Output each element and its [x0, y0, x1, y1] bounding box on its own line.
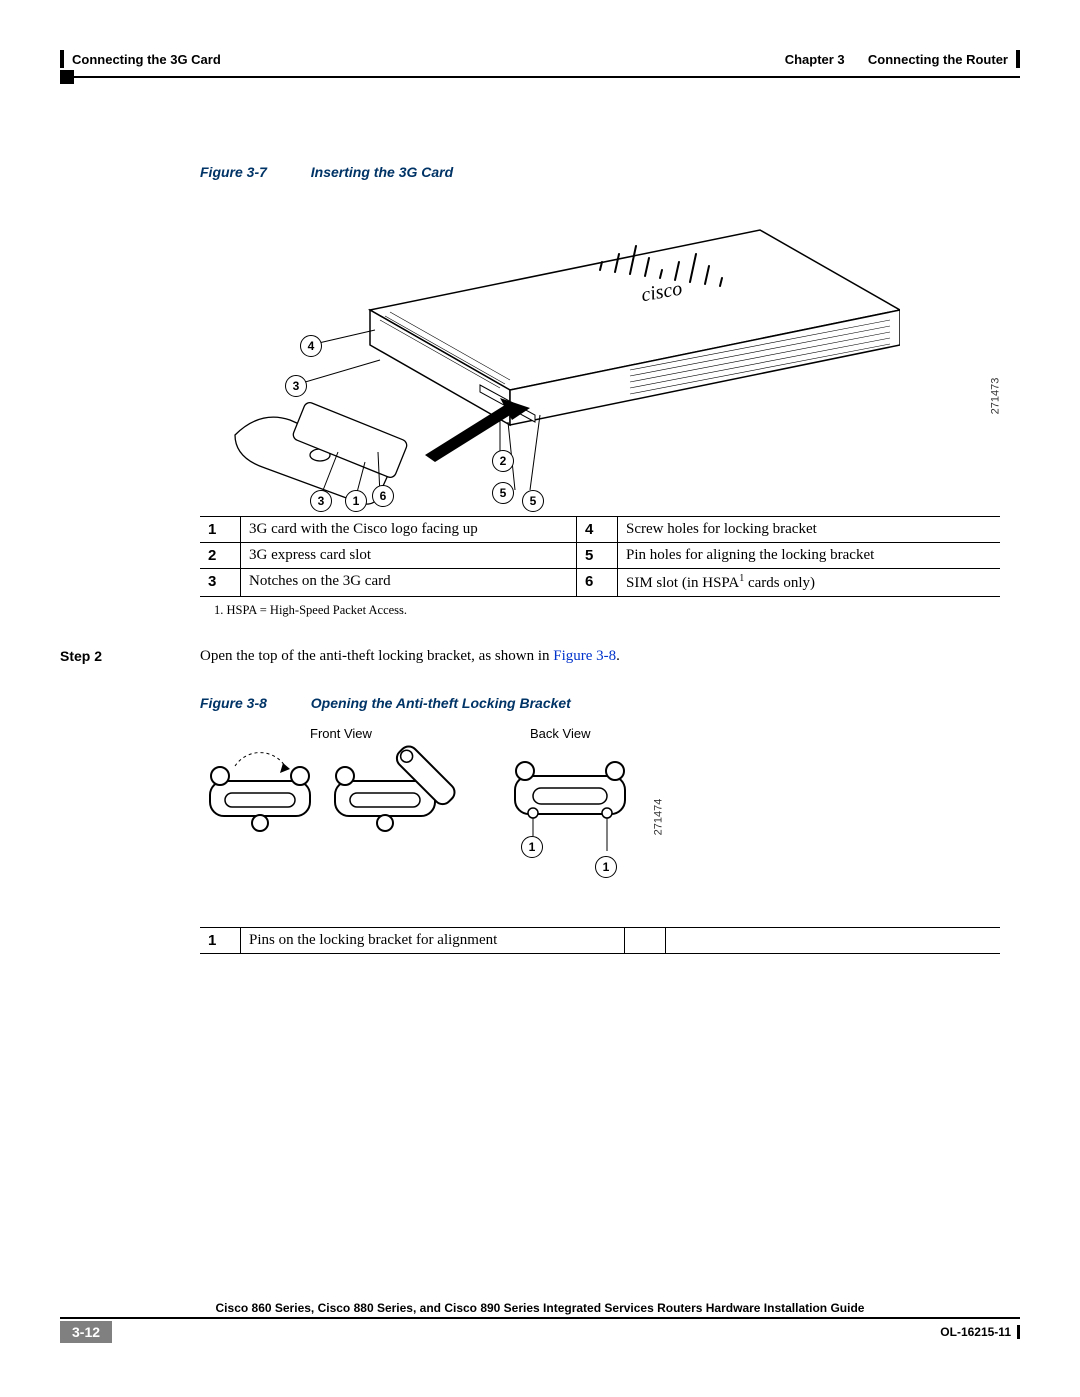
callout-1b: 1 — [595, 856, 617, 878]
chapter-title: Connecting the Router — [868, 52, 1008, 67]
header-rule-right — [1016, 50, 1020, 68]
figure-3-8-diagram: Front View Back View — [200, 721, 1000, 921]
figure-number: Figure 3-7 — [200, 164, 267, 180]
figure-title: Inserting the 3G Card — [311, 164, 453, 180]
step-label: Step 2 — [60, 648, 200, 665]
bracket-front-open-icon — [325, 721, 485, 851]
page-header: Connecting the 3G Card Chapter 3 Connect… — [60, 50, 1020, 68]
callout-3b: 3 — [310, 490, 332, 512]
section-title: Connecting the 3G Card — [72, 52, 221, 67]
figure-3-7-diagram: cisco — [200, 190, 1000, 510]
callout-6: 6 — [372, 485, 394, 507]
footer-doc-title: Cisco 860 Series, Cisco 880 Series, and … — [60, 1301, 1020, 1317]
step-text: Open the top of the anti-theft locking b… — [200, 648, 1000, 665]
table-row: 1 Pins on the locking bracket for alignm… — [200, 928, 1000, 954]
figure-title: Opening the Anti-theft Locking Bracket — [311, 695, 571, 711]
figure-caption: Figure 3-7 Inserting the 3G Card — [200, 164, 1000, 180]
page-number: 3-12 — [60, 1321, 112, 1343]
callout-3a: 3 — [285, 375, 307, 397]
figure-caption: Figure 3-8 Opening the Anti-theft Lockin… — [200, 695, 1000, 711]
figure-link[interactable]: Figure 3-8 — [553, 648, 616, 664]
header-square-icon — [60, 70, 74, 84]
figure-3-7-legend: 1 3G card with the Cisco logo facing up … — [200, 516, 1000, 597]
callout-1: 1 — [345, 490, 367, 512]
chapter-label: Chapter 3 — [785, 52, 845, 67]
table-row: 2 3G express card slot 5 Pin holes for a… — [200, 543, 1000, 569]
footnote: 1. HSPA = High-Speed Packet Access. — [214, 603, 1000, 618]
bracket-front-closed-icon — [200, 751, 320, 841]
table-row: 1 3G card with the Cisco logo facing up … — [200, 517, 1000, 543]
header-divider — [60, 70, 1020, 84]
bracket-back-icon — [505, 751, 635, 851]
callout-5b: 5 — [522, 490, 544, 512]
back-view-label: Back View — [530, 726, 590, 741]
callout-5a: 5 — [492, 482, 514, 504]
callout-1a: 1 — [521, 836, 543, 858]
figure-number: Figure 3-8 — [200, 695, 267, 711]
callout-4: 4 — [300, 335, 322, 357]
page-footer: Cisco 860 Series, Cisco 880 Series, and … — [60, 1301, 1020, 1343]
table-row: 3 Notches on the 3G card 6 SIM slot (in … — [200, 569, 1000, 597]
footer-rule-icon — [1017, 1325, 1020, 1339]
callout-2: 2 — [492, 450, 514, 472]
header-rule-left — [60, 50, 64, 68]
figure-3-8-legend: 1 Pins on the locking bracket for alignm… — [200, 927, 1000, 954]
figure-image-id: 271474 — [652, 799, 664, 836]
doc-id: OL-16215-11 — [940, 1325, 1011, 1339]
figure-image-id: 271473 — [990, 378, 1002, 415]
